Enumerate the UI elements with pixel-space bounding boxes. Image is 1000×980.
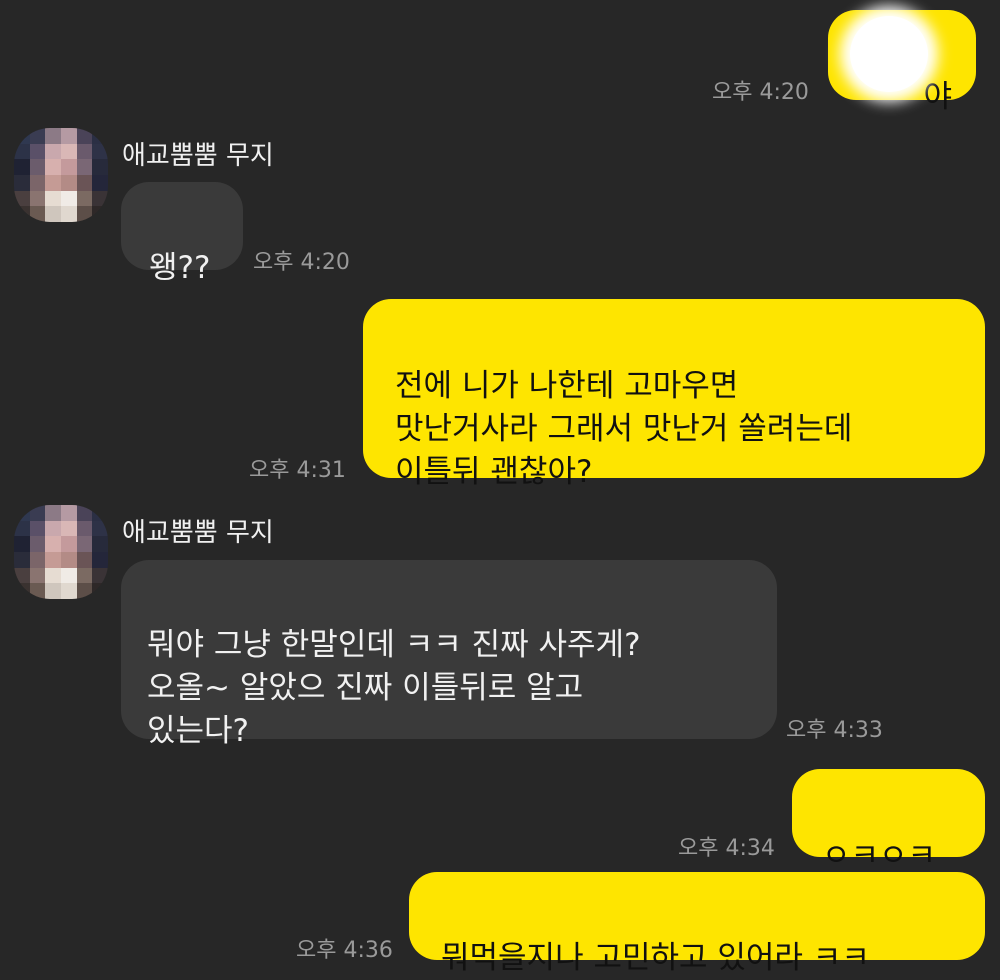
message-timestamp: 오후 4:34 [678, 836, 775, 861]
message-text: 전에 니가 나한테 고마우면 맛난거사라 그래서 맛난거 쏠려는데 이틀뒤 괜찮… [395, 368, 853, 490]
message-timestamp: 오후 4:20 [712, 80, 809, 105]
message-bubble-sent[interactable]: ㅇㅋㅇㅋ [792, 769, 985, 874]
redaction-blur [850, 16, 928, 92]
contact-name: 애교뿜뿜 무지 [122, 141, 274, 171]
message-bubble-sent[interactable]: 뭐먹을지나 고민하고 있어라 ㅋㅋ [409, 872, 985, 976]
message-timestamp: 오후 4:31 [249, 458, 346, 483]
message-timestamp: 오후 4:20 [253, 250, 350, 275]
message-bubble-received[interactable]: 왱?? [121, 182, 243, 286]
contact-name: 애교뿜뿜 무지 [122, 518, 274, 548]
message-text: 뭐먹을지나 고민하고 있어라 ㅋㅋ [441, 940, 870, 976]
message-text: ㅇㅋㅇㅋ [822, 838, 937, 874]
message-timestamp: 오후 4:33 [786, 718, 883, 743]
contact-avatar[interactable] [14, 128, 108, 222]
message-timestamp: 오후 4:36 [296, 938, 393, 963]
contact-avatar[interactable] [14, 505, 108, 599]
message-bubble-sent[interactable]: 전에 니가 나한테 고마우면 맛난거사라 그래서 맛난거 쏠려는데 이틀뒤 괜찮… [363, 299, 985, 490]
message-text: 야 [923, 79, 952, 115]
message-text: 왱?? [149, 250, 211, 286]
message-bubble-sent[interactable]: 야 [828, 10, 976, 115]
message-bubble-received[interactable]: 뭐야 그냥 한말인데 ㅋㅋ 진짜 사주게? 오올~ 알았으 진짜 이틀뒤로 알고… [121, 560, 777, 749]
message-text: 뭐야 그냥 한말인데 ㅋㅋ 진짜 사주게? 오올~ 알았으 진짜 이틀뒤로 알고… [147, 627, 641, 749]
